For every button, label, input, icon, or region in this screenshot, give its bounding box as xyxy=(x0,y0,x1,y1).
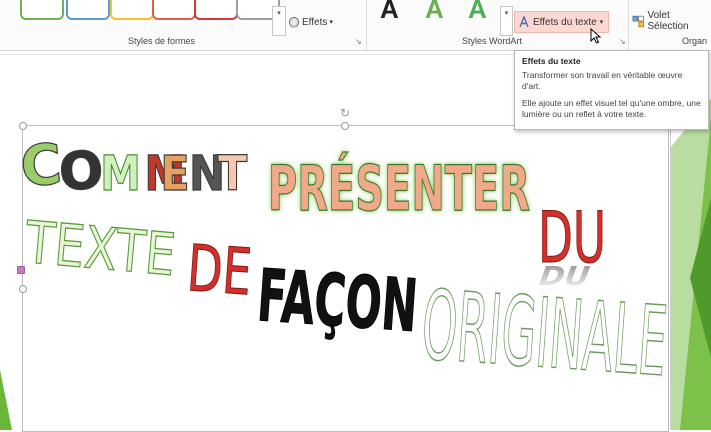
text-effects-tooltip: Effets du texte Transformer son travail … xyxy=(514,50,709,130)
wordart-word-texte: TEXTE xyxy=(22,208,178,289)
tooltip-title: Effets du texte xyxy=(522,56,581,66)
wordart-letter: O xyxy=(58,141,105,203)
wordart-letter: T xyxy=(218,146,247,202)
wordart-word-originale: ORIGINALE xyxy=(418,269,670,398)
wordart-letter: E xyxy=(160,146,190,202)
tooltip-description-2: Elle ajoute un effet visuel tel qu'une o… xyxy=(522,98,701,119)
wordart-word-facon: FAÇON xyxy=(255,253,420,348)
tooltip-description-1: Transformer son travail en véritable œuv… xyxy=(522,70,683,91)
wordart-letter: M xyxy=(100,146,141,202)
wordart-word-comment: C O M M E N T xyxy=(18,132,248,204)
wordart-word-de: DE xyxy=(185,232,254,310)
wordart-word-presenter: PRÉSENTER xyxy=(268,152,530,225)
